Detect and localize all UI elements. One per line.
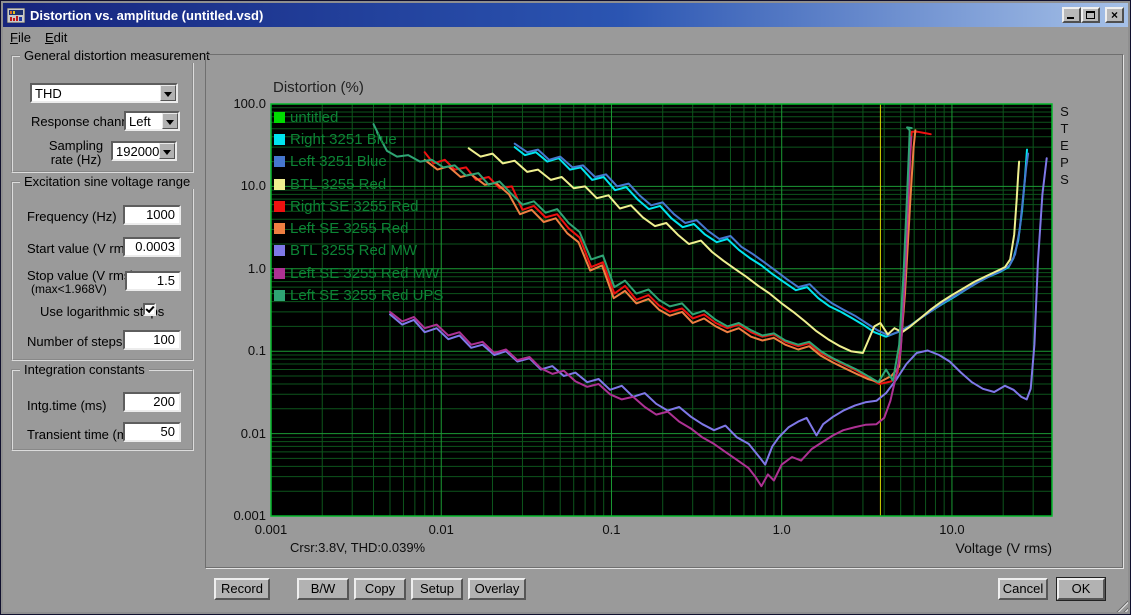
legend-swatch bbox=[274, 156, 285, 167]
resize-grip[interactable] bbox=[1113, 597, 1128, 612]
menu-file[interactable]: File bbox=[3, 29, 38, 46]
legend-swatch bbox=[274, 223, 285, 234]
titlebar: Distortion vs. amplitude (untitled.vsd) … bbox=[3, 3, 1128, 27]
legend-swatch bbox=[274, 134, 285, 145]
legend-label: Left SE 3255 Red MW bbox=[290, 265, 439, 282]
cursor-readout: Crsr:3.8V, THD:0.039% bbox=[290, 540, 425, 555]
x-tick-label: 0.001 bbox=[241, 522, 301, 537]
y-tick-label: 100.0 bbox=[206, 96, 266, 111]
setup-button[interactable]: Setup bbox=[411, 578, 463, 600]
response-channel-dropdown-button[interactable] bbox=[162, 113, 178, 129]
response-channel-select[interactable]: Left bbox=[124, 111, 180, 131]
cancel-button[interactable]: Cancel bbox=[998, 578, 1048, 600]
legend-item: Left 3251 Blue bbox=[274, 151, 443, 173]
ok-button[interactable]: OK bbox=[1057, 578, 1105, 600]
group-general-distortion: General distortion measurement THD Respo… bbox=[11, 55, 194, 173]
sampling-rate-label-1: Sampling bbox=[43, 138, 109, 153]
y-tick-label: 0.1 bbox=[206, 343, 266, 358]
transient-time-input[interactable]: 50 bbox=[123, 422, 181, 442]
record-button[interactable]: Record bbox=[214, 578, 270, 600]
close-button[interactable]: × bbox=[1105, 7, 1124, 23]
frequency-input[interactable]: 1000 bbox=[123, 205, 181, 225]
legend-swatch bbox=[274, 179, 285, 190]
x-tick-label: 0.1 bbox=[581, 522, 641, 537]
legend-item: Right 3251 Blue bbox=[274, 128, 443, 150]
response-channel-value: Left bbox=[126, 113, 162, 129]
chevron-down-icon bbox=[166, 120, 174, 129]
chevron-down-icon bbox=[163, 150, 171, 159]
legend-item: Left SE 3255 Red UPS bbox=[274, 284, 443, 306]
copy-button[interactable]: Copy bbox=[354, 578, 406, 600]
number-of-steps-input[interactable]: 100 bbox=[123, 330, 181, 350]
y-tick-label: 0.001 bbox=[206, 508, 266, 523]
group-integration-label: Integration constants bbox=[20, 362, 149, 377]
group-general-label: General distortion measurement bbox=[20, 48, 214, 63]
legend-item: Left SE 3255 Red bbox=[274, 217, 443, 239]
legend-swatch bbox=[274, 201, 285, 212]
menu-bar: File Edit bbox=[3, 27, 1128, 47]
start-value-label: Start value (V rms) bbox=[27, 241, 135, 256]
legend-item: BTL 3255 Red MW bbox=[274, 240, 443, 262]
sampling-rate-value: 192000 bbox=[113, 143, 159, 159]
measurement-dropdown-button[interactable] bbox=[160, 85, 176, 101]
chart-panel: Distortion (%) untitledRight 3251 BlueLe… bbox=[205, 54, 1123, 568]
legend-swatch bbox=[274, 290, 285, 301]
group-excitation-label: Excitation sine voltage range bbox=[20, 174, 194, 189]
x-tick-label: 10.0 bbox=[922, 522, 982, 537]
legend-label: Left SE 3255 Red bbox=[290, 220, 408, 237]
number-of-steps-label: Number of steps bbox=[27, 334, 122, 349]
log-steps-checkbox[interactable] bbox=[143, 303, 156, 316]
group-integration: Integration constants Intg.time (ms) 200… bbox=[11, 369, 194, 451]
sampling-rate-select[interactable]: 192000 bbox=[111, 141, 177, 161]
legend-item: Left SE 3255 Red MW bbox=[274, 262, 443, 284]
x-tick-label: 1.0 bbox=[752, 522, 812, 537]
stop-value-label-1: Stop value (V rms) bbox=[27, 268, 135, 283]
frequency-label: Frequency (Hz) bbox=[27, 209, 117, 224]
measurement-select[interactable]: THD bbox=[30, 83, 178, 103]
minimize-button[interactable] bbox=[1062, 7, 1081, 23]
y-tick-label: 0.01 bbox=[206, 426, 266, 441]
app-window: Distortion vs. amplitude (untitled.vsd) … bbox=[0, 0, 1131, 615]
legend-item: untitled bbox=[274, 106, 443, 128]
bw-button[interactable]: B/W bbox=[297, 578, 349, 600]
close-icon: × bbox=[1107, 8, 1122, 22]
maximize-icon bbox=[1086, 11, 1095, 19]
y-tick-label: 10.0 bbox=[206, 178, 266, 193]
response-channel-label: Response channel bbox=[31, 114, 139, 129]
steps-axis-label: STEPS bbox=[1057, 104, 1072, 189]
chevron-down-icon bbox=[164, 92, 172, 101]
transient-time-label: Transient time (ms) bbox=[27, 427, 138, 442]
x-axis-label: Voltage (V rms) bbox=[852, 540, 1052, 556]
intg-time-input[interactable]: 200 bbox=[123, 392, 181, 412]
legend-label: Right 3251 Blue bbox=[290, 131, 397, 148]
overlay-button[interactable]: Overlay bbox=[468, 578, 526, 600]
legend-label: Left 3251 Blue bbox=[290, 153, 387, 170]
legend-label: Left SE 3255 Red UPS bbox=[290, 287, 443, 304]
legend-label: BTL 3255 Red MW bbox=[290, 242, 417, 259]
sampling-rate-label-2: rate (Hz) bbox=[43, 152, 109, 167]
legend-label: untitled bbox=[290, 109, 338, 126]
legend-label: BTL 3255 Red bbox=[290, 176, 386, 193]
x-tick-label: 0.01 bbox=[411, 522, 471, 537]
minimize-icon bbox=[1067, 17, 1074, 19]
sampling-rate-dropdown-button[interactable] bbox=[159, 143, 175, 159]
group-excitation: Excitation sine voltage range Frequency … bbox=[11, 181, 194, 361]
stop-value-input[interactable]: 1.5 bbox=[125, 271, 181, 291]
start-value-input[interactable]: 0.0003 bbox=[123, 237, 181, 257]
legend-item: BTL 3255 Red bbox=[274, 173, 443, 195]
legend-swatch bbox=[274, 245, 285, 256]
measurement-value: THD bbox=[32, 85, 160, 101]
app-icon bbox=[7, 8, 25, 23]
legend-item: Right SE 3255 Red bbox=[274, 195, 443, 217]
menu-edit[interactable]: Edit bbox=[38, 29, 74, 46]
maximize-button[interactable] bbox=[1081, 7, 1100, 23]
y-tick-label: 1.0 bbox=[206, 261, 266, 276]
stop-value-label-2: (max<1.968V) bbox=[31, 282, 107, 296]
intg-time-label: Intg.time (ms) bbox=[27, 398, 106, 413]
legend-swatch bbox=[274, 112, 285, 123]
legend-swatch bbox=[274, 268, 285, 279]
window-title: Distortion vs. amplitude (untitled.vsd) bbox=[30, 8, 263, 23]
legend-label: Right SE 3255 Red bbox=[290, 198, 418, 215]
chart-legend: untitled Right 3251 Blue Left 3251 Blue BTL… bbox=[274, 106, 443, 307]
